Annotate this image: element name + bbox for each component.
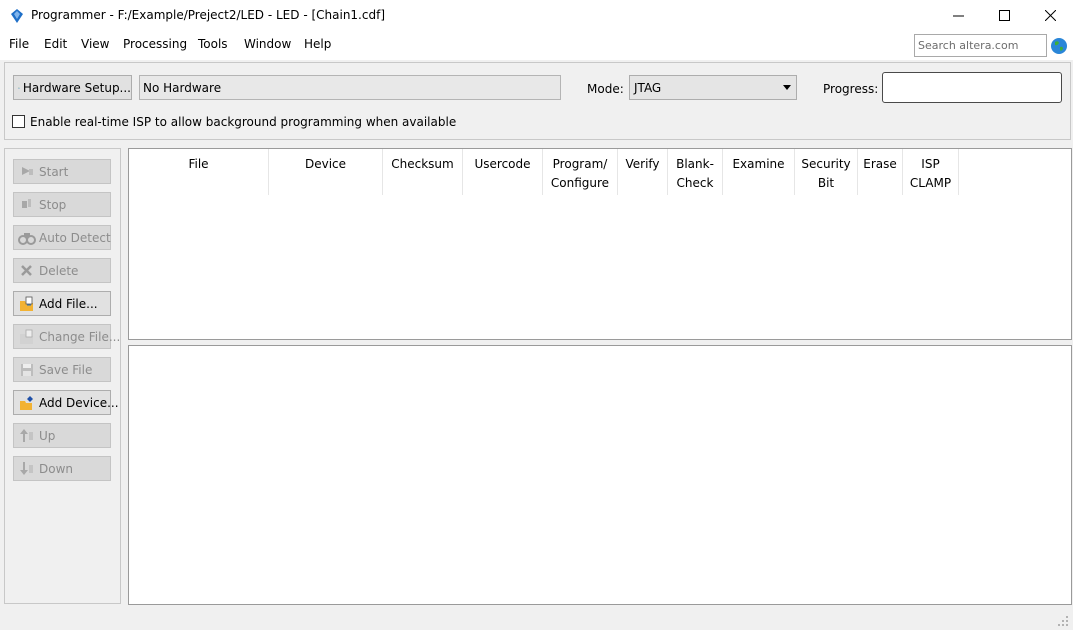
maximize-button[interactable] — [981, 0, 1027, 31]
add-device-label: Add Device... — [39, 395, 119, 410]
resize-grip-icon[interactable] — [1057, 615, 1069, 627]
minimize-button[interactable] — [935, 0, 981, 31]
column-header-device[interactable]: Device — [269, 149, 383, 195]
menu-file[interactable]: File — [9, 37, 29, 51]
mode-select[interactable]: JTAG — [629, 75, 797, 100]
column-header-erase[interactable]: Erase — [858, 149, 903, 195]
auto-detect-button[interactable]: Auto Detect — [13, 225, 111, 250]
save-file-label: Save File — [39, 362, 93, 377]
maximize-icon — [998, 10, 1010, 21]
down-icon — [20, 461, 33, 475]
delete-label: Delete — [39, 263, 79, 278]
stop-button[interactable]: Stop — [13, 192, 111, 217]
start-label: Start — [39, 164, 69, 179]
globe-icon[interactable] — [1050, 37, 1068, 55]
menu-processing[interactable]: Processing — [123, 37, 187, 51]
isp-checkbox[interactable] — [12, 115, 25, 128]
delete-button[interactable]: Delete — [13, 258, 111, 283]
add-file-icon — [20, 296, 33, 311]
menu-window[interactable]: Window — [244, 37, 291, 51]
menu-edit[interactable]: Edit — [44, 37, 67, 51]
column-header-examine[interactable]: Examine — [723, 149, 795, 195]
up-icon — [20, 428, 33, 442]
change-file-icon — [20, 329, 33, 344]
menu-tools[interactable]: Tools — [198, 37, 228, 51]
auto-detect-label: Auto Detect — [39, 230, 111, 245]
start-button[interactable]: Start — [13, 159, 111, 184]
column-header-blank-check[interactable]: Blank- Check — [668, 149, 723, 195]
delete-icon — [21, 264, 32, 276]
hardware-setup-button[interactable]: Hardware Setup... — [13, 75, 132, 100]
start-icon — [22, 166, 33, 175]
device-table[interactable]: File Device Checksum Usercode Program/Co… — [128, 148, 1072, 340]
menu-view[interactable]: View — [81, 37, 109, 51]
add-file-label: Add File... — [39, 296, 98, 311]
column-header-file[interactable]: File — [129, 149, 269, 195]
mode-label: Mode: — [587, 82, 624, 96]
chain-diagram-panel[interactable] — [128, 345, 1072, 605]
menu-help[interactable]: Help — [304, 37, 331, 51]
current-hardware-field: No Hardware — [139, 75, 561, 100]
column-header-isp-clamp[interactable]: ISP CLAMP — [903, 149, 959, 195]
column-header-checksum[interactable]: Checksum — [383, 149, 463, 195]
up-button[interactable]: Up — [13, 423, 111, 448]
save-file-button[interactable]: Save File — [13, 357, 111, 382]
isp-label: Enable real-time ISP to allow background… — [30, 115, 457, 129]
column-header-security-bit[interactable]: Security Bit — [795, 149, 858, 195]
down-button[interactable]: Down — [13, 456, 111, 481]
add-device-button[interactable]: Add Device... — [13, 390, 119, 415]
minimize-icon — [952, 15, 964, 17]
close-button[interactable] — [1027, 0, 1073, 31]
down-label: Down — [39, 461, 74, 476]
menu-bar: File Edit View Processing Tools Window H… — [0, 31, 1073, 60]
programmer-app-icon — [11, 9, 23, 23]
save-file-icon — [21, 363, 33, 376]
stop-icon — [22, 198, 31, 208]
progress-label: Progress: — [823, 82, 879, 96]
hardware-setup-icon — [18, 86, 20, 89]
change-file-button[interactable]: Change File... — [13, 324, 120, 349]
change-file-label: Change File... — [39, 329, 121, 344]
search-input[interactable]: Search altera.com — [914, 34, 1047, 57]
chevron-down-icon — [783, 85, 791, 90]
title-bar: Programmer - F:/Example/Preject2/LED - L… — [0, 0, 1073, 31]
add-file-button[interactable]: Add File... — [13, 291, 111, 316]
stop-label: Stop — [39, 197, 67, 212]
add-device-icon — [20, 395, 33, 410]
column-header-program-configure[interactable]: Program/Configure — [543, 149, 618, 195]
column-header-usercode[interactable]: Usercode — [463, 149, 543, 195]
mode-value: JTAG — [634, 81, 662, 95]
hardware-setup-label: Hardware Setup... — [22, 80, 131, 95]
status-bar — [0, 608, 1073, 630]
column-header-verify[interactable]: Verify — [618, 149, 668, 195]
window-title: Programmer - F:/Example/Preject2/LED - L… — [31, 8, 385, 22]
progress-bar — [882, 72, 1062, 103]
auto-detect-icon — [18, 232, 36, 245]
close-icon — [1044, 10, 1056, 21]
up-label: Up — [39, 428, 56, 443]
